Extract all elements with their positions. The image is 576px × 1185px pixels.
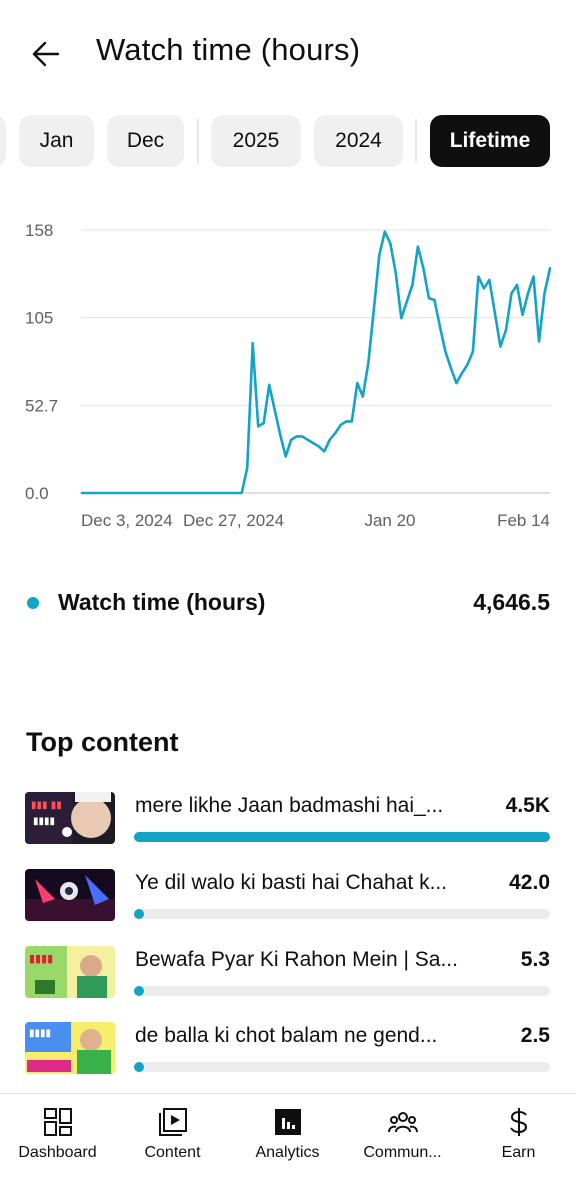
- dashboard-icon: [43, 1108, 72, 1136]
- progress-track: [134, 986, 550, 996]
- list-item[interactable]: ▮▮▮▮ Bewafa Pyar Ki Rahon Mein | Sa... 5…: [0, 946, 576, 1006]
- chip-lifetime[interactable]: Lifetime: [430, 115, 550, 167]
- y-tick-label: 105: [25, 309, 53, 328]
- y-tick-label: 0.0: [25, 484, 49, 503]
- chip-divider: [415, 119, 417, 163]
- chip-2025[interactable]: 2025: [211, 115, 301, 167]
- chip-2024[interactable]: 2024: [314, 115, 403, 167]
- progress-track: [134, 832, 550, 842]
- series-line: [80, 230, 552, 495]
- line-chart: 158 105 52.7 0.0 Dec 3, 2024 Dec 27, 2024 Jan …: [25, 221, 552, 530]
- progress-track: [134, 909, 550, 919]
- list-item[interactable]: ▮▮▮ ▮▮ ▮▮▮▮ mere likhe Jaan badmashi hai…: [0, 792, 576, 852]
- video-thumbnail: ▮▮▮▮: [25, 1022, 115, 1074]
- nav-label: Dashboard: [18, 1144, 97, 1161]
- nav-content[interactable]: Content: [115, 1094, 230, 1185]
- progress-fill: [134, 986, 144, 996]
- chip-jan[interactable]: Jan: [19, 115, 94, 167]
- x-tick-label: Jan 20: [364, 511, 415, 530]
- legend-label: Watch time (hours): [58, 589, 266, 615]
- video-thumbnail: ▮▮▮▮: [25, 946, 115, 998]
- nav-label: Analytics: [255, 1144, 320, 1161]
- nav-dashboard[interactable]: Dashboard: [0, 1094, 115, 1185]
- page-title: Watch time (hours): [96, 32, 361, 67]
- content-title: de balla ki chot balam ne gend...: [135, 1024, 438, 1047]
- content-title: Ye dil walo ki basti hai Chahat k...: [135, 871, 448, 894]
- content-value: 4.5K: [505, 794, 550, 817]
- video-thumbnail: ▮▮▮ ▮▮ ▮▮▮▮: [25, 792, 115, 844]
- content-title: mere likhe Jaan badmashi hai_...: [135, 794, 444, 817]
- chart-legend: Watch time (hours) 4,646.5: [0, 585, 576, 625]
- progress-fill: [134, 1062, 144, 1072]
- watch-time-chart: 158 105 52.7 0.0 Dec 3, 2024 Dec 27, 2024 Jan …: [0, 205, 576, 550]
- progress-track: [134, 1062, 550, 1072]
- back-button[interactable]: [26, 34, 66, 74]
- chip-partial[interactable]: [0, 115, 6, 167]
- nav-label: Earn: [501, 1144, 536, 1161]
- content-icon: [158, 1108, 187, 1136]
- progress-fill: [134, 909, 144, 919]
- progress-fill: [134, 832, 550, 842]
- svg-text:▮▮▮▮: ▮▮▮▮: [29, 1028, 51, 1039]
- content-value: 2.5: [520, 1024, 550, 1047]
- svg-text:▮▮▮ ▮▮: ▮▮▮ ▮▮: [31, 800, 62, 811]
- svg-text:▮▮▮▮: ▮▮▮▮: [33, 816, 55, 827]
- video-thumbnail: [25, 869, 115, 921]
- arrow-left-icon: [32, 41, 60, 67]
- x-tick-label: Dec 3, 2024: [81, 511, 173, 530]
- community-icon: [387, 1112, 418, 1133]
- nav-label: Content: [144, 1144, 201, 1161]
- x-tick-label: Dec 27, 2024: [183, 511, 284, 530]
- bottom-nav: Dashboard Content Analytics Commun... Ea…: [0, 1093, 576, 1185]
- legend-dot: [27, 597, 39, 609]
- nav-earn[interactable]: Earn: [461, 1094, 576, 1185]
- period-chips: Jan Dec 2025 2024 Lifetime: [0, 115, 576, 167]
- chip-divider: [197, 119, 199, 163]
- legend-total: 4,646.5: [473, 589, 550, 615]
- list-item[interactable]: ▮▮▮▮ de balla ki chot balam ne gend... 2…: [0, 1022, 576, 1082]
- content-value: 42.0: [509, 871, 550, 894]
- top-content-title: Top content: [26, 727, 179, 757]
- header: Watch time (hours): [0, 0, 576, 105]
- analytics-icon: [274, 1109, 301, 1135]
- content-title: Bewafa Pyar Ki Rahon Mein | Sa...: [135, 948, 458, 971]
- chip-dec[interactable]: Dec: [107, 115, 184, 167]
- nav-label: Commun...: [363, 1144, 442, 1161]
- svg-text:▮▮▮▮: ▮▮▮▮: [29, 952, 53, 965]
- content-value: 5.3: [520, 948, 550, 971]
- nav-analytics[interactable]: Analytics: [230, 1094, 345, 1185]
- nav-community[interactable]: Commun...: [345, 1094, 460, 1185]
- x-tick-label: Feb 14: [497, 511, 550, 530]
- list-item[interactable]: Ye dil walo ki basti hai Chahat k... 42.…: [0, 869, 576, 929]
- y-tick-label: 158: [25, 221, 53, 240]
- y-tick-label: 52.7: [25, 396, 58, 415]
- dollar-icon: [509, 1108, 527, 1136]
